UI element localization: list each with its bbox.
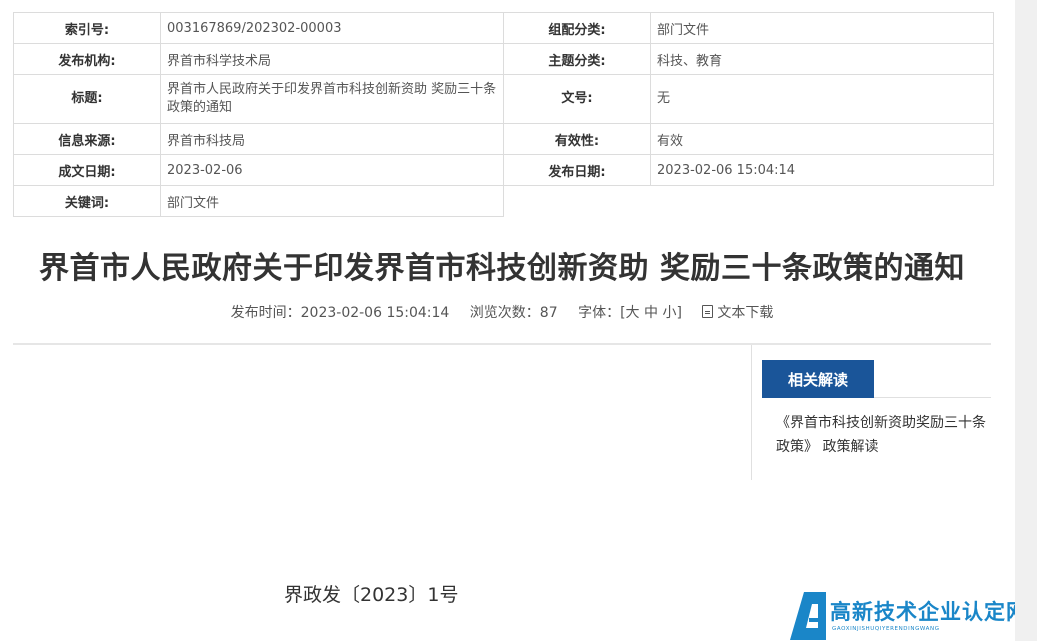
- document-number: 界政发〔2023〕1号: [284, 584, 459, 606]
- index-label: 索引号:: [13, 12, 161, 44]
- created-date-label: 成文日期:: [13, 154, 161, 186]
- logo-name: 高新技术企业认定网: [830, 600, 1028, 624]
- download-label: 文本下载: [717, 305, 774, 321]
- related-underline: [874, 397, 991, 398]
- created-date-value: 2023-02-06: [160, 154, 504, 186]
- title-value: 界首市人民政府关于印发界首市科技创新资助 奖励三十条政策的通知: [160, 74, 504, 124]
- validity-label: 有效性:: [503, 123, 651, 155]
- related-interpretation-link[interactable]: 《界首市科技创新资助奖励三十条政策》 政策解读: [776, 411, 988, 459]
- publish-time: 发布时间：2023-02-06 15:04:14: [230, 305, 450, 321]
- topic-label: 主题分类:: [503, 43, 651, 75]
- source-label: 信息来源:: [13, 123, 161, 155]
- publisher-value: 界首市科学技术局: [160, 43, 504, 75]
- published-date-label: 发布日期:: [503, 154, 651, 186]
- empty-cell: [504, 186, 994, 217]
- logo-pinyin: GAOXINJISHUQIYERENDINGWANG: [832, 626, 940, 632]
- docnum-value: 无: [650, 74, 994, 124]
- divider: [13, 343, 991, 345]
- validity-value: 有效: [650, 123, 994, 155]
- metadata-table: 索引号: 003167869/202302-00003 组配分类: 部门文件 发…: [13, 12, 994, 217]
- scrollbar[interactable]: [1015, 0, 1037, 641]
- category-label: 组配分类:: [503, 12, 651, 44]
- keywords-value: 部门文件: [160, 185, 504, 217]
- view-count: 浏览次数：87: [469, 305, 558, 321]
- article-title: 界首市人民政府关于印发界首市科技创新资助 奖励三十条政策的通知: [39, 251, 965, 286]
- docnum-label: 文号:: [503, 74, 651, 124]
- download-button[interactable]: 文本下载: [702, 305, 773, 321]
- category-value: 部门文件: [650, 12, 994, 44]
- source-value: 界首市科技局: [160, 123, 504, 155]
- article-info-bar: 发布时间：2023-02-06 15:04:14 浏览次数：87 字体：[大 中…: [13, 302, 991, 322]
- topic-value: 科技、教育: [650, 43, 994, 75]
- title-label: 标题:: [13, 74, 161, 124]
- published-date-value: 2023-02-06 15:04:14: [650, 154, 994, 186]
- related-heading: 相关解读: [762, 360, 874, 398]
- font-size-switcher[interactable]: 字体：[大 中 小]: [578, 305, 682, 321]
- document-icon: [702, 305, 714, 318]
- keywords-label: 关键词:: [13, 185, 161, 217]
- publisher-label: 发布机构:: [13, 43, 161, 75]
- sidebar-divider: [751, 345, 752, 480]
- index-value: 003167869/202302-00003: [160, 12, 504, 44]
